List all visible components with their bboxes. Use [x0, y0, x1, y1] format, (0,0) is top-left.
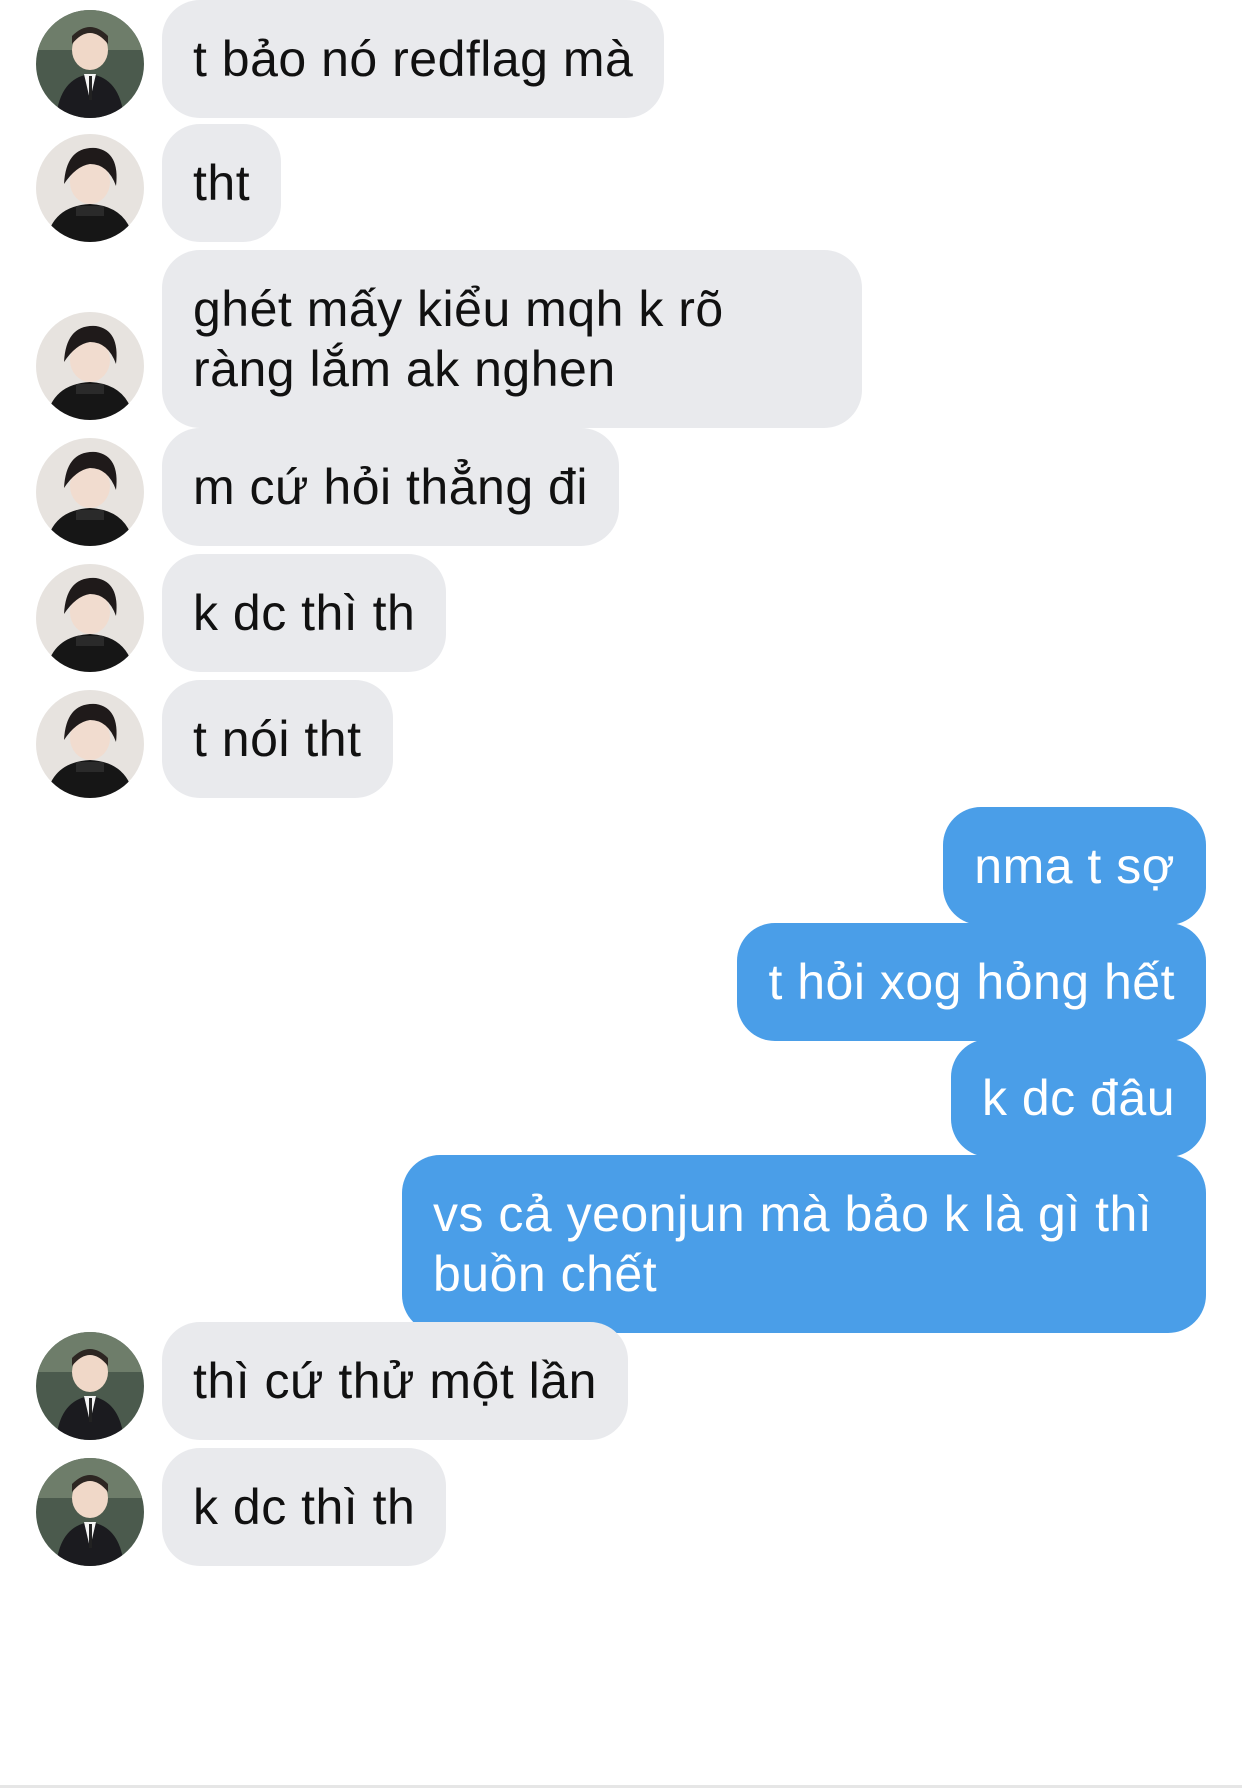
message-bubble[interactable]: k dc thì th: [162, 554, 447, 672]
contact-b-avatar[interactable]: [36, 564, 144, 672]
contact-b-avatar[interactable]: [36, 312, 144, 420]
contact-b-avatar[interactable]: [36, 690, 144, 798]
contact-b-avatar[interactable]: [36, 438, 144, 546]
message-bubble[interactable]: t bảo nó redflag mà: [162, 0, 665, 118]
contact-b-avatar[interactable]: [36, 134, 144, 242]
message-bubble[interactable]: m cứ hỏi thẳng đi: [162, 428, 619, 546]
message-bubble[interactable]: thì cứ thử một lần: [162, 1322, 628, 1440]
contact-a-avatar[interactable]: [36, 10, 144, 118]
message-bubble-outgoing[interactable]: vs cả yeonjun mà bảo k là gì thì buồn ch…: [402, 1155, 1206, 1333]
contact-a-avatar[interactable]: [36, 1332, 144, 1440]
message-bubble-outgoing[interactable]: k dc đâu: [950, 1039, 1206, 1157]
message-thread: t bảo nó redflag mà tht ghét mấy kiểu mq…: [0, 0, 1242, 1788]
message-bubble[interactable]: tht: [162, 124, 282, 242]
message-bubble[interactable]: t nói tht: [162, 680, 393, 798]
contact-a-avatar[interactable]: [36, 1458, 144, 1566]
message-bubble-outgoing[interactable]: nma t sợ: [943, 807, 1206, 925]
message-bubble-outgoing[interactable]: t hỏi xog hỏng hết: [737, 923, 1206, 1041]
message-bubble[interactable]: k dc thì th: [162, 1448, 447, 1566]
message-bubble[interactable]: ghét mấy kiểu mqh k rõ ràng lắm ak nghen: [162, 250, 862, 428]
